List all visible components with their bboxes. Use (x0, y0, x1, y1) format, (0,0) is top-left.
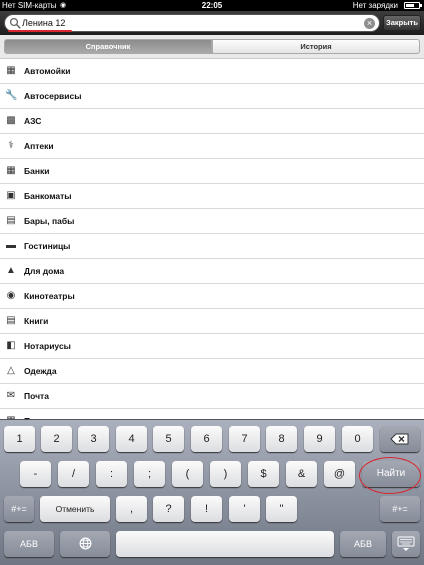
key-1[interactable]: 1 (4, 426, 35, 452)
status-bar: Нет SIM-карты ◉ 22:05 Нет зарядки (0, 0, 424, 11)
list-item[interactable]: ▩ АЗС (0, 109, 424, 134)
list-item-label: Бары, пабы (24, 216, 75, 226)
battery-icon (404, 2, 422, 9)
list-item[interactable]: ▤ Бары, пабы (0, 209, 424, 234)
book-icon: ▤ (6, 315, 16, 326)
envelope-icon: ✉ (6, 390, 16, 401)
hanger-icon: △ (7, 365, 15, 376)
key-dollar[interactable]: $ (248, 461, 279, 487)
list-item[interactable]: ▲ Для дома (0, 259, 424, 284)
key-0[interactable]: 0 (342, 426, 373, 452)
list-item[interactable]: ⚕ Аптеки (0, 134, 424, 159)
backspace-button[interactable] (380, 426, 420, 452)
undo-key[interactable]: Отменить (40, 496, 110, 522)
globe-icon (79, 537, 91, 550)
fuel-pump-icon: ▩ (6, 115, 16, 126)
search-input[interactable] (22, 16, 342, 30)
key-4[interactable]: 4 (116, 426, 147, 452)
list-item[interactable]: ▤ Книги (0, 309, 424, 334)
search-bar: × Закрыть (0, 11, 424, 35)
search-text-highlight (8, 30, 72, 32)
key-2[interactable]: 2 (41, 426, 72, 452)
key-apostrophe[interactable]: ' (229, 496, 260, 522)
hide-keyboard-key[interactable] (392, 531, 420, 557)
list-item-label: Нотариусы (24, 341, 71, 351)
list-item[interactable]: ▦ Банки (0, 159, 424, 184)
list-item[interactable]: ✉ Почта (0, 384, 424, 409)
list-item-label: Автосервисы (24, 91, 82, 101)
clear-icon[interactable]: × (364, 18, 375, 29)
list-item-label: Почта (24, 391, 49, 401)
list-item[interactable]: 🔧 Автосервисы (0, 84, 424, 109)
key-dash[interactable]: - (20, 461, 51, 487)
atm-icon: ▣ (6, 190, 16, 201)
list-item-label: Гостиницы (24, 241, 71, 251)
search-icon (9, 17, 21, 29)
onscreen-keyboard: 1 2 3 4 5 6 7 8 9 0 - / : ; ( ) $ & @ На… (0, 419, 424, 565)
key-close-paren[interactable]: ) (210, 461, 241, 487)
key-question[interactable]: ? (153, 496, 184, 522)
list-item-label: Одежда (24, 366, 57, 376)
list-item[interactable]: ▬ Гостиницы (0, 234, 424, 259)
list-item-label: АЗС (24, 116, 42, 126)
key-slash[interactable]: / (58, 461, 89, 487)
space-key[interactable] (116, 531, 334, 557)
document-icon: ◧ (6, 340, 16, 351)
list-item[interactable]: ◉ Кинотеатры (0, 284, 424, 309)
tab-history[interactable]: История (212, 39, 420, 54)
key-comma[interactable]: , (116, 496, 147, 522)
list-item-label: Автомойки (24, 66, 71, 76)
key-5[interactable]: 5 (153, 426, 184, 452)
list-item-label: Банки (24, 166, 50, 176)
key-8[interactable]: 8 (266, 426, 297, 452)
keyboard-hide-icon (397, 536, 415, 551)
pharmacy-icon: ⚕ (8, 140, 14, 151)
more-symbols-key-right[interactable]: #+= (380, 496, 420, 522)
list-item-label: Книги (24, 316, 49, 326)
segmented-control: Справочник История (0, 35, 424, 59)
list-item-label: Банкоматы (24, 191, 72, 201)
battery-level-fill (406, 4, 414, 7)
key-7[interactable]: 7 (229, 426, 260, 452)
list-item[interactable]: ◧ Нотариусы (0, 334, 424, 359)
car-wash-icon: ▦ (6, 65, 16, 76)
key-at[interactable]: @ (324, 461, 355, 487)
list-item[interactable]: ▣ Банкоматы (0, 184, 424, 209)
lamp-icon: ▲ (6, 265, 16, 276)
list-item-label: Продукты (24, 409, 66, 419)
list-item-label: Для дома (24, 266, 65, 276)
search-field[interactable]: × (4, 14, 380, 32)
key-ampersand[interactable]: & (286, 461, 317, 487)
wrench-icon: 🔧 (5, 90, 18, 101)
key-9[interactable]: 9 (304, 426, 335, 452)
backspace-icon (390, 433, 409, 445)
more-symbols-key-left[interactable]: #+= (4, 496, 34, 522)
charging-label: Нет зарядки (352, 1, 398, 10)
list-item-label: Аптеки (24, 141, 54, 151)
bed-icon: ▬ (6, 240, 16, 251)
close-button[interactable]: Закрыть (383, 15, 421, 31)
tab-directory[interactable]: Справочник (4, 39, 212, 54)
key-open-paren[interactable]: ( (172, 461, 203, 487)
key-colon[interactable]: : (96, 461, 127, 487)
key-3[interactable]: 3 (78, 426, 109, 452)
list-item-label: Кинотеатры (24, 291, 75, 301)
bank-icon: ▦ (6, 165, 16, 176)
list-item[interactable]: ▦ Продукты (0, 409, 424, 419)
alphabet-key-right[interactable]: АБВ (340, 531, 386, 557)
alphabet-key-left[interactable]: АБВ (4, 531, 54, 557)
search-key[interactable]: Найти (362, 461, 420, 487)
globe-key[interactable] (60, 531, 110, 557)
key-semicolon[interactable]: ; (134, 461, 165, 487)
key-quote[interactable]: " (266, 496, 297, 522)
list-item[interactable]: ▦ Автомойки (0, 59, 424, 84)
key-exclamation[interactable]: ! (191, 496, 222, 522)
list-item[interactable]: △ Одежда (0, 359, 424, 384)
beer-mug-icon: ▤ (6, 215, 16, 226)
film-camera-icon: ◉ (6, 290, 16, 301)
category-list: ▦ Автомойки 🔧 Автосервисы ▩ АЗС ⚕ Аптеки… (0, 59, 424, 419)
key-6[interactable]: 6 (191, 426, 222, 452)
